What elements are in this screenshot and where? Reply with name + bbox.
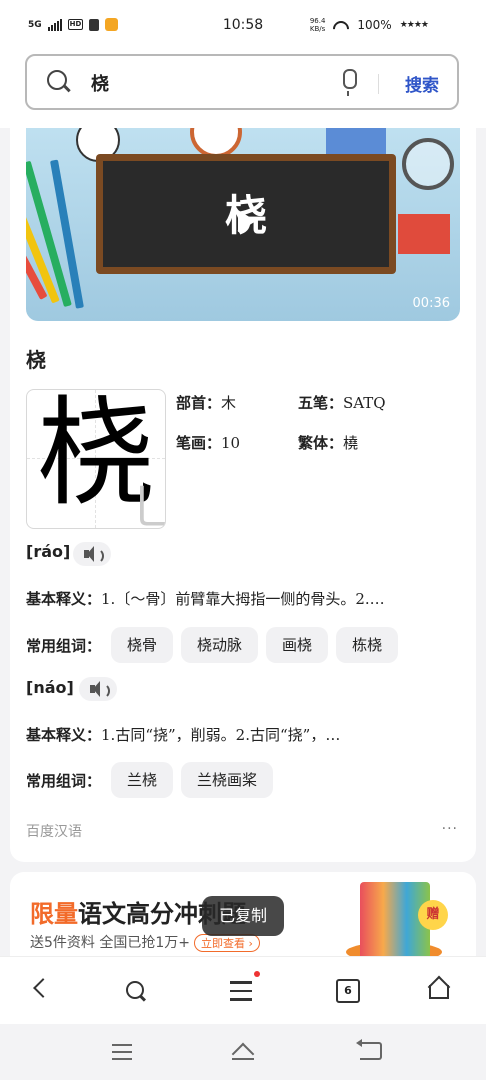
stroke-hint-glyph: 乚 xyxy=(131,468,165,528)
more-options-icon[interactable]: ··· xyxy=(442,821,458,837)
dictionary-card: 桡 00:36 桡 桡 乚 部首：木 五笔：SATQ 笔画：10 繁体：橈 [r… xyxy=(10,128,476,862)
strokes-value: 10 xyxy=(221,434,241,452)
traditional-value: 橈 xyxy=(343,434,359,452)
pinyin-rao: [ráo] xyxy=(26,542,71,561)
definition-nao: 基本释义：1.古同“挠”，削弱。2.古同“挠”，… xyxy=(26,724,458,745)
battery-level: 100% xyxy=(357,18,392,32)
status-right: 96.4 KB/s 100% ★★★★ xyxy=(310,17,429,33)
search-nav-button[interactable] xyxy=(106,957,166,1025)
bottom-nav: 6 xyxy=(0,956,486,1025)
character-stroke-box[interactable]: 桡 乚 xyxy=(26,389,166,529)
radical-value: 木 xyxy=(221,394,237,412)
word-chip[interactable]: 画桡 xyxy=(266,627,329,663)
word-chip[interactable]: 兰桡 xyxy=(111,762,174,798)
search-box[interactable]: 桡 搜索 xyxy=(25,54,459,110)
definition-label: 基本释义： xyxy=(26,726,102,744)
recent-apps-icon[interactable] xyxy=(112,1044,132,1065)
wubi-info: 五笔：SATQ xyxy=(298,392,386,413)
search-icon xyxy=(47,70,67,90)
tabs-button[interactable]: 6 xyxy=(318,957,378,1025)
pencil-illustration xyxy=(50,159,84,309)
video-duration: 00:36 xyxy=(412,296,450,311)
definition-rao: 基本释义：1.〔～骨〕前臂靠大拇指一侧的骨头。2.… xyxy=(26,588,458,609)
home-icon xyxy=(428,977,450,999)
wubi-label: 五笔： xyxy=(298,394,344,412)
words-label: 常用组词： xyxy=(26,636,102,655)
traditional-label: 繁体： xyxy=(298,434,344,452)
speaker-icon[interactable] xyxy=(73,542,111,566)
signal-stars-icon: ★★★★ xyxy=(399,20,429,30)
search-header: 桡 搜索 xyxy=(0,52,486,128)
word-chip[interactable]: 桡动脉 xyxy=(181,627,259,663)
traditional-info: 繁体：橈 xyxy=(298,432,358,453)
speaker-icon[interactable] xyxy=(79,677,117,701)
system-back-icon[interactable] xyxy=(356,1039,382,1060)
word-chip[interactable]: 栋桡 xyxy=(336,627,399,663)
word-chip[interactable]: 桡骨 xyxy=(111,627,174,663)
wifi-icon xyxy=(333,19,349,31)
gift-badge: 赠 xyxy=(418,900,448,930)
video-player[interactable]: 桡 00:36 xyxy=(26,128,460,321)
system-home-icon[interactable] xyxy=(232,1040,254,1062)
character-title: 桡 xyxy=(26,348,46,372)
pinyin-nao: [náo] xyxy=(26,678,74,697)
words-row-nao: 常用组词： 兰桡 兰桡画桨 xyxy=(26,762,274,798)
promo-cta-button[interactable]: 立即查看 › xyxy=(194,934,260,952)
status-bar: 5G HD 10:58 96.4 KB/s 100% ★★★★ xyxy=(0,0,486,52)
envelope-illustration xyxy=(398,214,450,254)
definition-text: 1.古同“挠”，削弱。2.古同“挠”，… xyxy=(101,726,341,744)
strokes-info: 笔画：10 xyxy=(176,432,240,453)
search-icon xyxy=(126,981,144,999)
home-button[interactable] xyxy=(410,957,470,1025)
microphone-icon[interactable] xyxy=(343,69,357,96)
back-button[interactable] xyxy=(16,957,76,1025)
promo-title-highlight: 限量 xyxy=(30,900,78,928)
words-label: 常用组词： xyxy=(26,771,102,790)
menu-button[interactable] xyxy=(212,957,272,1025)
search-button[interactable]: 搜索 xyxy=(405,71,439,96)
definition-text: 1.〔～骨〕前臂靠大拇指一侧的骨头。2.… xyxy=(101,590,385,608)
menu-icon xyxy=(230,981,252,1007)
notification-dot xyxy=(254,971,260,977)
search-input[interactable]: 桡 xyxy=(91,70,109,96)
net-speed: 96.4 KB/s xyxy=(310,17,326,33)
divider xyxy=(378,74,379,94)
word-chip[interactable]: 兰桡画桨 xyxy=(181,762,274,798)
magnifier-illustration xyxy=(402,138,454,190)
promo-subtitle-text: 送5件资料 全国已抢1万+ xyxy=(30,935,190,951)
back-arrow-icon xyxy=(33,978,53,998)
definition-label: 基本释义： xyxy=(26,590,102,608)
words-row-rao: 常用组词： 桡骨 桡动脉 画桡 栋桡 xyxy=(26,627,399,663)
blackboard: 桡 xyxy=(96,154,396,274)
wubi-value: SATQ xyxy=(343,394,386,412)
source-label[interactable]: 百度汉语 xyxy=(26,821,82,841)
strokes-label: 笔画： xyxy=(176,434,222,452)
system-nav-bar xyxy=(0,1024,486,1080)
play-icon[interactable] xyxy=(238,210,256,232)
radical-info: 部首：木 xyxy=(176,392,236,413)
copied-toast: 已复制 xyxy=(202,896,284,936)
radical-label: 部首： xyxy=(176,394,222,412)
tabs-count-icon: 6 xyxy=(336,979,360,1003)
net-speed-value: 96.4 xyxy=(309,17,326,25)
net-speed-unit: KB/s xyxy=(309,25,326,33)
